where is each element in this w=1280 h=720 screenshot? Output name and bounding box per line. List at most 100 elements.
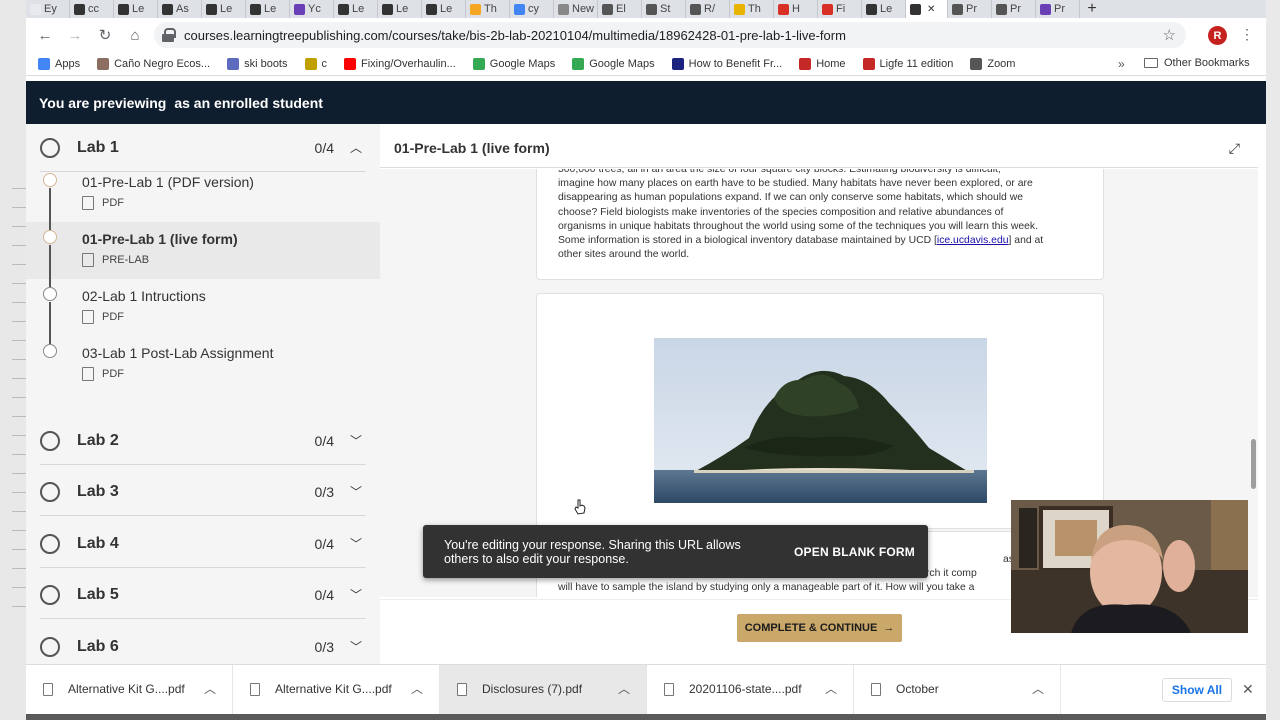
lesson-item[interactable]: 01-Pre-Lab 1 (PDF version) PDF	[26, 165, 380, 222]
bookmark-item[interactable]: Google Maps	[472, 57, 555, 70]
preview-suffix: as an enrolled student	[174, 94, 323, 111]
lab-count: 0/3	[314, 483, 334, 500]
browser-tab[interactable]: Th	[466, 0, 510, 18]
other-bookmarks[interactable]: Other Bookmarks	[1144, 57, 1250, 69]
ice-ucdavis-link[interactable]: ice.ucdavis.edu	[937, 235, 1009, 246]
chevron-down-icon[interactable]: ﹀	[346, 432, 366, 449]
lab-header[interactable]: Lab 6 0/3 ﹀	[40, 623, 366, 664]
lab-title: Lab 2	[77, 431, 119, 449]
new-tab-icon[interactable]: +	[1080, 0, 1104, 18]
lab-header[interactable]: Lab 4 0/4 ﹀	[40, 520, 366, 568]
lesson-status-icon	[43, 173, 57, 187]
bookmark-item[interactable]: Google Maps	[572, 57, 655, 70]
lab-header[interactable]: Lab 3 0/3 ﹀	[40, 468, 366, 516]
bookmark-item[interactable]: Apps	[38, 57, 81, 70]
chevron-up-icon[interactable]: ︿	[1032, 680, 1044, 697]
browser-tab[interactable]: Pr	[1036, 0, 1080, 18]
download-item[interactable]: 20201106-state....pdf ︿	[647, 665, 854, 714]
tab-favicon-icon	[338, 3, 349, 15]
browser-tab[interactable]: H	[774, 0, 818, 18]
bookmark-item[interactable]: Caño Negro Ecos...	[97, 57, 210, 70]
back-icon[interactable]: ←	[30, 27, 60, 44]
lesson-name: 02-Lab 1 Intructions	[82, 288, 206, 304]
browser-tab[interactable]: New	[554, 0, 598, 18]
browser-tab[interactable]: Yc	[290, 0, 334, 18]
chevron-up-icon[interactable]: ︿	[204, 680, 216, 697]
lesson-item[interactable]: 01-Pre-Lab 1 (live form) PRE-LAB	[26, 188, 380, 279]
download-item[interactable]: Alternative Kit G....pdf ︿	[26, 665, 233, 714]
browser-tab[interactable]: ✕	[906, 0, 948, 18]
chevron-up-icon[interactable]: ︿	[411, 680, 423, 697]
file-icon	[871, 683, 881, 696]
tab-favicon-icon	[162, 3, 173, 15]
chevron-up-icon[interactable]: ︿	[618, 680, 630, 697]
download-item[interactable]: Disclosures (7).pdf ︿	[440, 665, 647, 714]
close-tab-icon[interactable]: ✕	[927, 4, 935, 15]
lesson-item[interactable]: 03-Lab 1 Post-Lab Assignment PDF	[26, 302, 380, 393]
forward-icon[interactable]: →	[60, 27, 90, 44]
chevron-down-icon[interactable]: ﹀	[346, 638, 366, 655]
browser-tab[interactable]: Le	[862, 0, 906, 18]
chevron-down-icon[interactable]: ﹀	[346, 483, 366, 500]
browser-tab[interactable]: Pr	[992, 0, 1036, 18]
browser-tab[interactable]: R/	[686, 0, 730, 18]
browser-tab[interactable]: Le	[202, 0, 246, 18]
lesson-item[interactable]: 02-Lab 1 Intructions PDF	[26, 245, 380, 336]
address-bar[interactable]: courses.learningtreepublishing.com/cours…	[154, 22, 1186, 48]
browser-tab[interactable]: cy	[510, 0, 554, 18]
download-item[interactable]: October ︿	[854, 665, 1061, 714]
home-icon[interactable]: ⌂	[120, 27, 150, 44]
close-downloads-icon[interactable]: ✕	[1242, 681, 1254, 698]
chevron-down-icon[interactable]: ﹀	[346, 586, 366, 603]
browser-tab[interactable]: As	[158, 0, 202, 18]
chevron-down-icon[interactable]: ﹀	[346, 535, 366, 552]
chevron-up-icon[interactable]: ︿	[346, 139, 366, 156]
complete-continue-button[interactable]: COMPLETE & CONTINUE →	[737, 614, 902, 642]
browser-tab[interactable]: Le	[246, 0, 290, 18]
bookmark-item[interactable]: Home	[799, 57, 846, 70]
paragraph-line: will have to sample the island by studyi…	[558, 582, 975, 594]
download-item[interactable]: Alternative Kit G....pdf ︿	[233, 665, 440, 714]
bookmarks-overflow-icon[interactable]: »	[1118, 57, 1125, 71]
browser-tab[interactable]: St	[642, 0, 686, 18]
lab-header[interactable]: Lab 2 0/4 ﹀	[40, 417, 366, 465]
bookmark-item[interactable]: How to Benefit Fr...	[671, 57, 783, 70]
tab-favicon-icon	[250, 3, 261, 15]
content-scrollbar[interactable]	[1251, 439, 1256, 489]
download-name: Alternative Kit G....pdf	[68, 682, 185, 696]
browser-menu-icon[interactable]: ⋮	[1240, 26, 1254, 43]
browser-tab[interactable]: cc	[70, 0, 114, 18]
download-name: Alternative Kit G....pdf	[275, 682, 392, 696]
download-name: October	[896, 682, 939, 696]
browser-tab[interactable]: Le	[422, 0, 466, 18]
profile-avatar[interactable]: R	[1208, 26, 1227, 45]
expand-icon[interactable]: ⤢	[1229, 140, 1240, 157]
browser-tab[interactable]: Fi	[818, 0, 862, 18]
browser-tab[interactable]: Th	[730, 0, 774, 18]
bookmark-item[interactable]: Fixing/Overhaulin...	[344, 57, 456, 70]
webcam-video	[1011, 500, 1248, 633]
bookmark-item[interactable]: Zoom	[970, 57, 1015, 70]
bookmark-label: How to Benefit Fr...	[688, 57, 783, 70]
chevron-up-icon[interactable]: ︿	[825, 680, 837, 697]
tab-title: As	[176, 3, 189, 15]
url-text[interactable]: courses.learningtreepublishing.com/cours…	[184, 28, 1163, 43]
browser-tab[interactable]: Le	[114, 0, 158, 18]
bookmark-item[interactable]: Ligfe 11 edition	[862, 57, 953, 70]
show-all-button[interactable]: Show All	[1162, 678, 1232, 702]
open-blank-form-button[interactable]: OPEN BLANK FORM	[794, 545, 915, 559]
island-image	[654, 338, 987, 503]
reload-icon[interactable]: ↻	[90, 26, 120, 44]
bookmark-favicon-icon	[344, 57, 356, 70]
browser-tab[interactable]: El	[598, 0, 642, 18]
bookmark-label: Apps	[55, 57, 81, 70]
tab-title: Le	[264, 3, 277, 15]
browser-tab[interactable]: Le	[334, 0, 378, 18]
bookmark-star-icon[interactable]: ☆	[1163, 26, 1176, 44]
browser-tab[interactable]: Ey	[26, 0, 70, 18]
browser-tab[interactable]: Le	[378, 0, 422, 18]
lab-header[interactable]: Lab 5 0/4 ﹀	[40, 571, 366, 619]
bookmark-item[interactable]: c	[304, 57, 327, 70]
browser-tab[interactable]: Pr	[948, 0, 992, 18]
bookmark-item[interactable]: ski boots	[227, 57, 288, 70]
